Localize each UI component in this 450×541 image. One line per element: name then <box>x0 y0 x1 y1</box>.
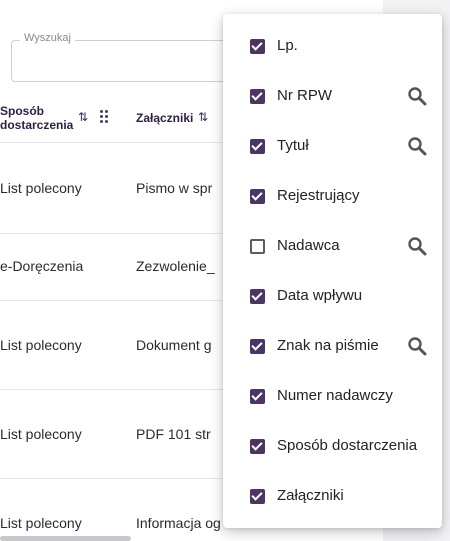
search-icon[interactable] <box>407 336 427 356</box>
column-option-label: Tytuł <box>277 137 309 154</box>
cell-delivery: List polecony <box>0 180 82 196</box>
column-option-rejestrujacy[interactable]: Rejestrujący <box>223 172 442 222</box>
checkbox-unchecked[interactable] <box>250 239 265 254</box>
column-option-label: Data wpływu <box>277 287 363 304</box>
column-option-label: Lp. <box>277 37 298 54</box>
column-header-delivery-line2: dostarczenia <box>0 118 74 132</box>
column-option-label: Nadawca <box>277 237 340 254</box>
drag-handle-icon[interactable] <box>100 110 110 124</box>
cell-attachment: Dokument g <box>136 337 212 353</box>
cell-attachment: PDF 101 str <box>136 426 211 442</box>
column-option-label: Znak na piśmie <box>277 337 379 354</box>
column-header-attachments[interactable]: Załączniki <box>136 111 193 125</box>
cell-delivery: List polecony <box>0 426 82 442</box>
column-option-numer-nadawczy[interactable]: Numer nadawczy <box>223 372 442 422</box>
checkbox-checked[interactable] <box>250 439 265 454</box>
checkbox-checked[interactable] <box>250 289 265 304</box>
column-option-label: Numer nadawczy <box>277 387 393 404</box>
column-chooser-popup: Lp. Nr RPW Tytuł Rejestrujący Nadawca Da… <box>223 14 442 528</box>
column-option-label: Sposób dostarczenia <box>277 437 418 454</box>
search-icon[interactable] <box>407 236 427 256</box>
cell-delivery: e-Doręczenia <box>0 258 84 274</box>
column-option-znak-na-pismie[interactable]: Znak na piśmie <box>223 322 442 372</box>
horizontal-scrollbar[interactable] <box>0 536 131 541</box>
sort-arrows-icon[interactable]: ⇅ <box>78 110 88 124</box>
checkbox-checked[interactable] <box>250 389 265 404</box>
search-icon[interactable] <box>407 86 427 106</box>
cell-attachment: Zezwolenie_ <box>136 258 215 274</box>
sort-arrows-icon[interactable]: ⇅ <box>198 110 208 124</box>
column-header-delivery[interactable]: Sposób dostarczenia <box>0 104 73 132</box>
search-icon[interactable] <box>407 136 427 156</box>
cell-delivery: List polecony <box>0 515 82 531</box>
column-option-label: Załączniki <box>277 487 344 504</box>
checkbox-checked[interactable] <box>250 89 265 104</box>
column-header-delivery-line1: Sposób <box>0 104 44 118</box>
column-option-nr-rpw[interactable]: Nr RPW <box>223 72 442 122</box>
column-option-label: Rejestrujący <box>277 187 360 204</box>
checkbox-checked[interactable] <box>250 139 265 154</box>
column-option-label: Nr RPW <box>277 87 332 104</box>
column-option-sposob-dostarczenia[interactable]: Sposób dostarczenia <box>223 422 442 472</box>
checkbox-checked[interactable] <box>250 39 265 54</box>
column-option-lp[interactable]: Lp. <box>223 22 442 72</box>
cell-attachment: Informacja og <box>136 515 221 531</box>
checkbox-checked[interactable] <box>250 189 265 204</box>
search-legend: Wyszukaj <box>20 32 75 44</box>
checkbox-checked[interactable] <box>250 489 265 504</box>
column-option-data-wplywu[interactable]: Data wpływu <box>223 272 442 322</box>
column-option-tytul[interactable]: Tytuł <box>223 122 442 172</box>
column-option-zalaczniki[interactable]: Załączniki <box>223 472 442 522</box>
cell-attachment: Pismo w spr <box>136 180 213 196</box>
column-option-nadawca[interactable]: Nadawca <box>223 222 442 272</box>
cell-delivery: List polecony <box>0 337 82 353</box>
checkbox-checked[interactable] <box>250 339 265 354</box>
